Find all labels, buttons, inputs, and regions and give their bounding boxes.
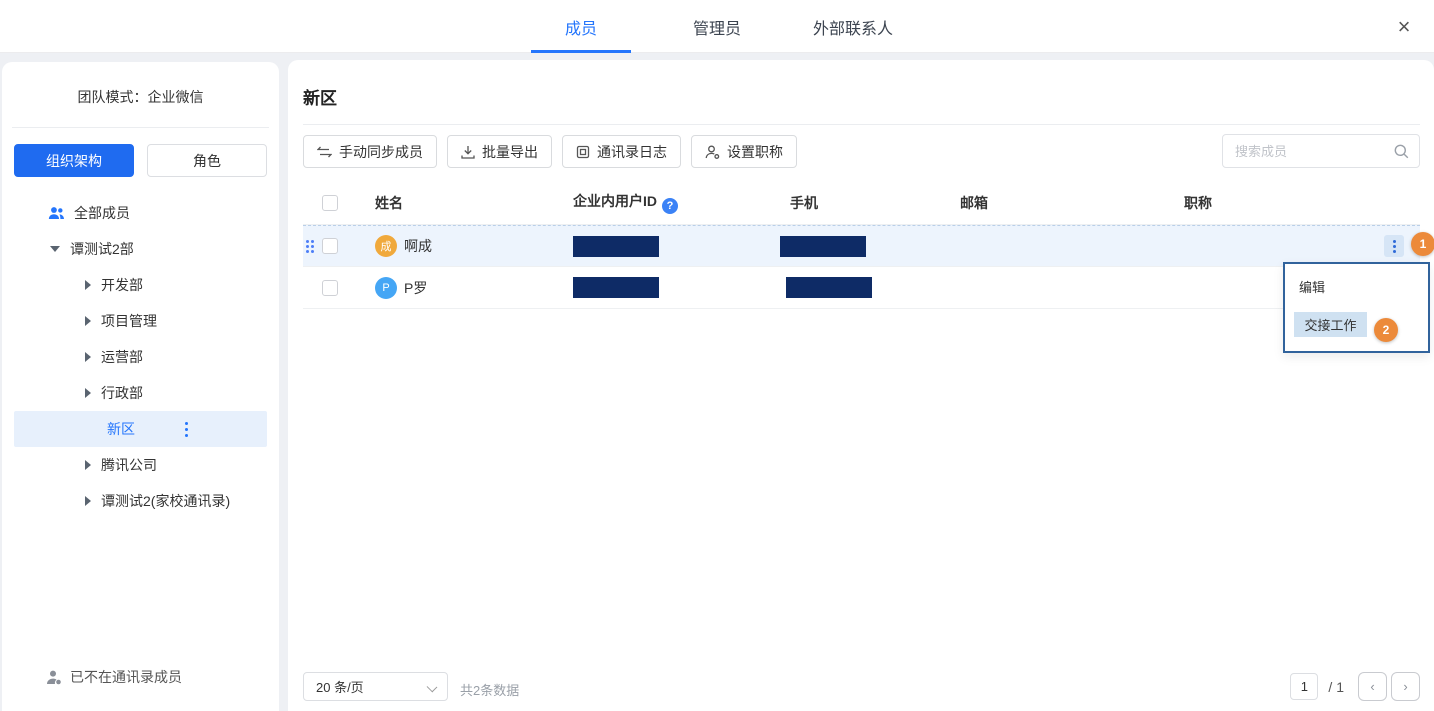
column-header-jobtitle: 职称: [1184, 193, 1372, 213]
toolbar: 手动同步成员 批量导出 通讯录日志 设置职称: [303, 135, 797, 168]
tree-item-all-members[interactable]: 全部成员: [2, 195, 279, 231]
help-icon[interactable]: ?: [662, 198, 678, 214]
table-row[interactable]: P P罗: [303, 267, 1420, 309]
org-structure-button[interactable]: 组织架构: [14, 144, 134, 177]
tab-members[interactable]: 成员: [513, 0, 649, 53]
tab-group: 成员 管理员 外部联系人: [513, 0, 921, 53]
redacted-phone: [786, 277, 872, 298]
avatar: P: [375, 277, 397, 299]
tree-item-new-district[interactable]: 新区: [14, 411, 267, 447]
tree-item-admin-dept[interactable]: 行政部: [2, 375, 279, 411]
top-tab-bar: 成员 管理员 外部联系人 ×: [0, 0, 1434, 53]
search-icon[interactable]: [1394, 144, 1409, 159]
team-mode-label: 团队模式：企业微信: [2, 62, 279, 107]
redacted-user-id: [573, 277, 659, 298]
table-row[interactable]: 成 啊成: [303, 225, 1420, 267]
sync-arrows-icon: [317, 146, 332, 158]
next-page-button[interactable]: ›: [1391, 672, 1420, 701]
tree-item-label: 项目管理: [101, 311, 157, 331]
column-header-email: 邮箱: [960, 193, 1184, 213]
table-header-row: 姓名 企业内用户ID? 手机 邮箱 职称: [303, 181, 1420, 225]
members-table: 姓名 企业内用户ID? 手机 邮箱 职称 成 啊成: [303, 181, 1420, 309]
tree-item-label: 腾讯公司: [101, 455, 157, 475]
column-header-phone: 手机: [790, 193, 960, 213]
removed-members-label: 已不在通讯录成员: [70, 667, 182, 687]
member-name: P罗: [404, 278, 427, 298]
tab-external-contacts[interactable]: 外部联系人: [785, 0, 921, 53]
member-management-screen: 成员 管理员 外部联系人 × 团队模式：企业微信 组织架构 角色 全部成员 谭测…: [0, 0, 1434, 711]
chevron-right-icon[interactable]: [85, 316, 91, 326]
tree-item-dev-dept[interactable]: 开发部: [2, 267, 279, 303]
search-box: [1222, 134, 1420, 168]
set-job-title-button[interactable]: 设置职称: [691, 135, 797, 168]
row-checkbox[interactable]: [322, 238, 338, 254]
download-icon: [461, 145, 475, 159]
tree-item-ops-dept[interactable]: 运营部: [2, 339, 279, 375]
drag-handle-icon[interactable]: [306, 240, 314, 253]
row-checkbox[interactable]: [322, 280, 338, 296]
removed-members-link[interactable]: 已不在通讯录成员: [2, 667, 279, 687]
close-icon[interactable]: ×: [1390, 13, 1418, 41]
tree-item-school-contacts[interactable]: 谭测试2(家校通讯录): [2, 483, 279, 519]
column-header-userid: 企业内用户ID?: [573, 191, 790, 214]
pager: / 1 ‹ ›: [1290, 672, 1420, 701]
row-actions-menu-icon[interactable]: [1384, 235, 1404, 257]
title-divider: [303, 124, 1420, 125]
tree-item-label: 谭测试2(家校通讯录): [101, 491, 230, 511]
annotation-step-2-badge: 2: [1374, 318, 1398, 342]
tree-item-label: 运营部: [101, 347, 143, 367]
tree-item-label: 新区: [107, 419, 135, 439]
redacted-user-id: [573, 236, 659, 257]
person-settings-icon: [705, 145, 720, 159]
total-count-label: 共2条数据: [460, 680, 519, 699]
chevron-right-icon[interactable]: [85, 388, 91, 398]
search-input[interactable]: [1235, 135, 1385, 167]
page-size-select[interactable]: 20 条/页: [303, 672, 448, 701]
log-document-icon: [576, 145, 590, 159]
chevron-down-icon[interactable]: [50, 246, 60, 252]
sidebar: 团队模式：企业微信 组织架构 角色 全部成员 谭测试2部 开发部 项目管理: [2, 62, 279, 711]
person-removed-icon: [46, 670, 62, 685]
org-tree: 全部成员 谭测试2部 开发部 项目管理 运营部 行政部: [2, 195, 279, 519]
page-number-input[interactable]: [1290, 673, 1318, 700]
prev-page-button[interactable]: ‹: [1358, 672, 1387, 701]
menu-item-edit[interactable]: 编辑: [1285, 264, 1428, 296]
menu-item-handover[interactable]: 交接工作: [1294, 312, 1367, 337]
redacted-phone: [780, 236, 866, 257]
select-all-checkbox[interactable]: [322, 195, 338, 211]
more-options-icon[interactable]: [185, 422, 188, 437]
tree-item-tencent[interactable]: 腾讯公司: [2, 447, 279, 483]
tree-item-label: 全部成员: [74, 203, 130, 223]
total-pages-label: / 1: [1328, 679, 1344, 695]
avatar: 成: [375, 235, 397, 257]
tree-item-label: 行政部: [101, 383, 143, 403]
roles-button[interactable]: 角色: [147, 144, 267, 177]
row-context-menu: 编辑 交接工作: [1283, 262, 1430, 353]
tree-item-label: 谭测试2部: [70, 239, 134, 259]
main-panel: 新区 手动同步成员 批量导出 通讯录日志 设置职称: [288, 60, 1434, 711]
chevron-down-icon: [427, 682, 438, 693]
contacts-log-button[interactable]: 通讯录日志: [562, 135, 681, 168]
tab-admins[interactable]: 管理员: [649, 0, 785, 53]
tree-item-label: 开发部: [101, 275, 143, 295]
chevron-right-icon[interactable]: [85, 352, 91, 362]
chevron-right-icon[interactable]: [85, 280, 91, 290]
annotation-step-1-badge: 1: [1411, 232, 1434, 256]
chevron-right-icon[interactable]: [85, 460, 91, 470]
tree-item-dept-root[interactable]: 谭测试2部: [2, 231, 279, 267]
manual-sync-button[interactable]: 手动同步成员: [303, 135, 437, 168]
tree-item-project-mgmt[interactable]: 项目管理: [2, 303, 279, 339]
batch-export-button[interactable]: 批量导出: [447, 135, 552, 168]
page-title: 新区: [303, 84, 337, 109]
chevron-right-icon[interactable]: [85, 496, 91, 506]
member-name: 啊成: [404, 236, 432, 256]
members-icon: [48, 206, 65, 220]
column-header-name: 姓名: [375, 193, 573, 213]
